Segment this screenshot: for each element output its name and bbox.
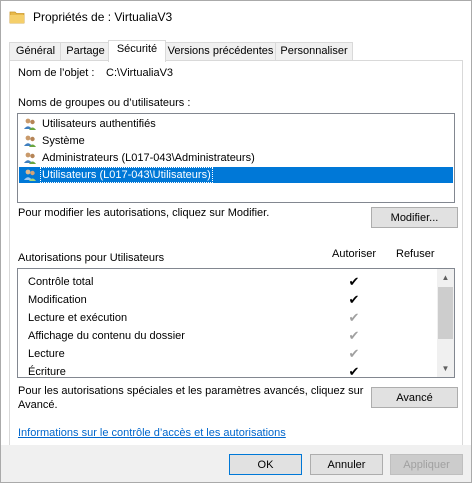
permission-name: Lecture et exécution xyxy=(28,312,128,324)
tab-general[interactable]: Général xyxy=(9,42,62,60)
group-item-system[interactable]: Système xyxy=(19,133,453,149)
group-item-label: Utilisateurs authentifiés xyxy=(42,118,156,130)
groups-label: Noms de groupes ou d’utilisateurs : xyxy=(18,97,191,109)
permission-row: Contrôle total ✔ xyxy=(18,273,436,291)
permissions-list[interactable]: Contrôle total ✔ Modification ✔ Lecture … xyxy=(17,268,455,378)
users-group-icon xyxy=(24,169,36,181)
permission-name: Lecture xyxy=(28,348,65,360)
apply-button[interactable]: Appliquer xyxy=(390,454,463,475)
users-group-icon xyxy=(24,152,36,164)
permission-name: Contrôle total xyxy=(28,276,94,288)
tab-customize[interactable]: Personnaliser xyxy=(275,42,353,60)
permissions-label: Autorisations pour Utilisateurs xyxy=(18,252,165,264)
groups-listbox[interactable]: Utilisateurs authentifiés Système Admini… xyxy=(17,113,455,203)
group-item-administrators[interactable]: Administrateurs (L017-043\Administrateur… xyxy=(19,150,453,166)
permission-name: Modification xyxy=(28,294,87,306)
permission-name: Affichage du contenu du dossier xyxy=(28,330,185,342)
checkmark-icon: ✔ xyxy=(348,274,360,289)
advanced-hint-line2: Avancé. xyxy=(18,399,58,411)
cancel-button[interactable]: Annuler xyxy=(310,454,383,475)
users-group-icon xyxy=(24,118,36,130)
checkmark-icon: ✔ xyxy=(348,292,360,307)
scroll-down-arrow-icon[interactable]: ▼ xyxy=(437,360,454,377)
advanced-hint-line1: Pour les autorisations spéciales et les … xyxy=(18,385,364,397)
group-item-label: Utilisateurs (L017-043\Utilisateurs) xyxy=(40,167,213,183)
modify-hint: Pour modifier les autorisations, cliquez… xyxy=(18,207,270,219)
title-bar[interactable]: Propriétés de : VirtualiaV3 xyxy=(1,1,471,33)
access-control-info-link[interactable]: Informations sur le contrôle d’accès et … xyxy=(18,427,286,439)
tab-security[interactable]: Sécurité xyxy=(108,40,166,62)
checkmark-icon: ✔ xyxy=(348,310,360,325)
group-item-users[interactable]: Utilisateurs (L017-043\Utilisateurs) xyxy=(19,167,453,183)
object-name-label: Nom de l’objet : xyxy=(18,67,95,79)
folder-icon xyxy=(9,11,25,24)
object-name-value: C:\VirtualiaV3 xyxy=(106,67,174,79)
permission-row: Affichage du contenu du dossier ✔ xyxy=(18,327,436,345)
group-item-label: Administrateurs (L017-043\Administrateur… xyxy=(42,152,255,164)
checkmark-icon: ✔ xyxy=(348,364,360,378)
group-item-authenticated-users[interactable]: Utilisateurs authentifiés xyxy=(19,116,453,132)
permission-row: Lecture ✔ xyxy=(18,345,436,363)
permissions-scrollbar[interactable]: ▲ ▼ xyxy=(437,269,454,377)
properties-dialog: Propriétés de : VirtualiaV3 Général Part… xyxy=(0,0,472,483)
group-item-label: Système xyxy=(42,135,85,147)
tab-previous-versions[interactable]: Versions précédentes xyxy=(164,42,277,60)
checkmark-icon: ✔ xyxy=(348,346,360,361)
modify-button[interactable]: Modifier... xyxy=(371,207,458,228)
window-title: Propriétés de : VirtualiaV3 xyxy=(33,10,173,24)
permission-row: Modification ✔ xyxy=(18,291,436,309)
security-panel: Nom de l’objet : C:\VirtualiaV3 Noms de … xyxy=(9,60,463,446)
checkmark-icon: ✔ xyxy=(348,328,360,343)
permission-row: Écriture ✔ xyxy=(18,363,436,378)
scroll-up-arrow-icon[interactable]: ▲ xyxy=(437,269,454,286)
advanced-button[interactable]: Avancé xyxy=(371,387,458,408)
deny-column-header: Refuser xyxy=(396,248,435,260)
ok-button[interactable]: OK xyxy=(229,454,302,475)
allow-column-header: Autoriser xyxy=(332,248,377,260)
scroll-thumb[interactable] xyxy=(438,287,453,339)
tab-sharing[interactable]: Partage xyxy=(60,42,111,60)
permission-name: Écriture xyxy=(28,366,66,378)
permission-row: Lecture et exécution ✔ xyxy=(18,309,436,327)
users-group-icon xyxy=(24,135,36,147)
tab-strip: Général Partage Sécurité Versions précéd… xyxy=(9,40,463,62)
